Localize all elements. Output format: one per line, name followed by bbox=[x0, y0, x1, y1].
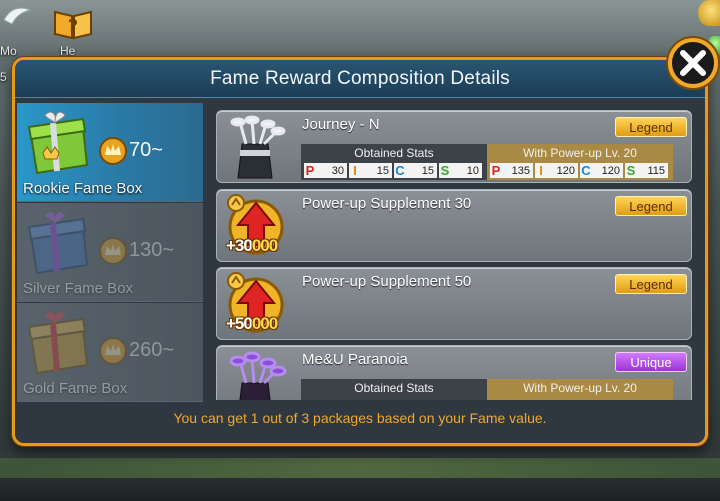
stat-power: P 30 bbox=[304, 163, 347, 178]
boost-amount: +50000 bbox=[226, 314, 278, 333]
powerup-stats-title: With Power-up Lv. 20 bbox=[523, 146, 637, 160]
list-item-power-up-supplement-50[interactable]: +50000 Power-up Supplement 50 Legend bbox=[216, 267, 692, 340]
boost-amount: +30000 bbox=[226, 236, 278, 255]
bird-icon[interactable] bbox=[2, 2, 32, 28]
item-name: Me&U Paranoia bbox=[302, 351, 408, 368]
hud-label-he: He bbox=[60, 44, 76, 58]
green-gift-box-icon bbox=[27, 111, 89, 175]
grade-badge-unique: Unique bbox=[615, 352, 687, 372]
item-name: Journey - N bbox=[302, 116, 380, 133]
tab-cost: 260~ bbox=[129, 339, 175, 361]
tab-label: Rookie Fame Box bbox=[23, 180, 143, 197]
help-book-icon[interactable]: ? bbox=[52, 6, 94, 40]
powerup-stats-panel: With Power-up Lv. 20 bbox=[487, 379, 673, 400]
item-name: Power-up Supplement 50 bbox=[302, 273, 472, 290]
blue-gift-box-icon bbox=[27, 212, 89, 275]
golf-club-set-icon bbox=[230, 115, 286, 179]
crown-icon bbox=[99, 137, 127, 165]
footer-note: You can get 1 out of 3 packages based on… bbox=[173, 410, 547, 426]
grade-badge-legend: Legend bbox=[615, 117, 687, 137]
tab-cost: 70~ bbox=[129, 139, 163, 161]
close-icon bbox=[680, 50, 706, 76]
stat-spin: S 115 bbox=[625, 163, 668, 178]
modal-title: Fame Reward Composition Details bbox=[15, 60, 705, 98]
list-item-power-up-supplement-30[interactable]: +30000 Power-up Supplement 30 Legend bbox=[216, 189, 692, 262]
tab-cost: 130~ bbox=[129, 239, 175, 261]
obtained-stats-title: Obtained Stats bbox=[354, 381, 434, 395]
tab-rookie-fame-box[interactable]: 70~ Rookie Fame Box bbox=[17, 103, 203, 202]
tab-label: Gold Fame Box bbox=[23, 380, 128, 397]
stat-impact: I 120 bbox=[535, 163, 578, 178]
obtained-stats-title: Obtained Stats bbox=[354, 146, 434, 160]
package-tabs: 70~ Rookie Fame Box 130~ Silver Fame Box bbox=[17, 103, 203, 403]
list-item-journey-n[interactable]: Journey - N Legend Obtained Stats P 30 I1… bbox=[216, 110, 692, 183]
stat-impact: I 15 bbox=[349, 163, 392, 178]
obtained-stats-panel: Obtained Stats P 30 I 15 C 15 S 10 bbox=[301, 144, 487, 180]
gold-coin-icon[interactable] bbox=[698, 0, 720, 26]
crown-icon bbox=[99, 237, 127, 265]
close-button[interactable] bbox=[668, 38, 718, 88]
stat-control: C 15 bbox=[394, 163, 437, 178]
grade-badge-legend: Legend bbox=[615, 274, 687, 294]
powerup-stats-panel: With Power-up Lv. 20 P 135 I 120 C 120 S 115 bbox=[487, 144, 673, 180]
game-grass-strip bbox=[0, 458, 720, 478]
gold-gift-box-icon bbox=[27, 312, 89, 375]
tab-gold-fame-box[interactable]: 260~ Gold Fame Box bbox=[17, 303, 203, 402]
hud-label-mo: Mo bbox=[0, 44, 17, 58]
stat-control: C 120 bbox=[580, 163, 623, 178]
tab-silver-fame-box[interactable]: 130~ Silver Fame Box bbox=[17, 203, 203, 302]
crown-icon bbox=[99, 337, 127, 365]
item-name: Power-up Supplement 30 bbox=[302, 195, 472, 212]
obtained-stats-panel: Obtained Stats bbox=[301, 379, 487, 400]
game-background-top bbox=[0, 0, 720, 60]
hud-number: 5 bbox=[0, 70, 7, 84]
svg-text:?: ? bbox=[68, 16, 78, 37]
reward-list[interactable]: Journey - N Legend Obtained Stats P 30 I1… bbox=[216, 110, 696, 400]
tab-label: Silver Fame Box bbox=[23, 280, 134, 297]
list-item-me-u-paranoia[interactable]: Me&U Paranoia Unique Obtained Stats With… bbox=[216, 345, 692, 400]
stat-power: P 135 bbox=[490, 163, 533, 178]
fame-reward-modal: Fame Reward Composition Details 70~ Rook… bbox=[12, 57, 708, 446]
powerup-stats-title: With Power-up Lv. 20 bbox=[523, 381, 637, 395]
golf-club-set-purple-icon bbox=[229, 351, 287, 400]
stat-spin: S 10 bbox=[439, 163, 482, 178]
grade-badge-legend: Legend bbox=[615, 196, 687, 216]
